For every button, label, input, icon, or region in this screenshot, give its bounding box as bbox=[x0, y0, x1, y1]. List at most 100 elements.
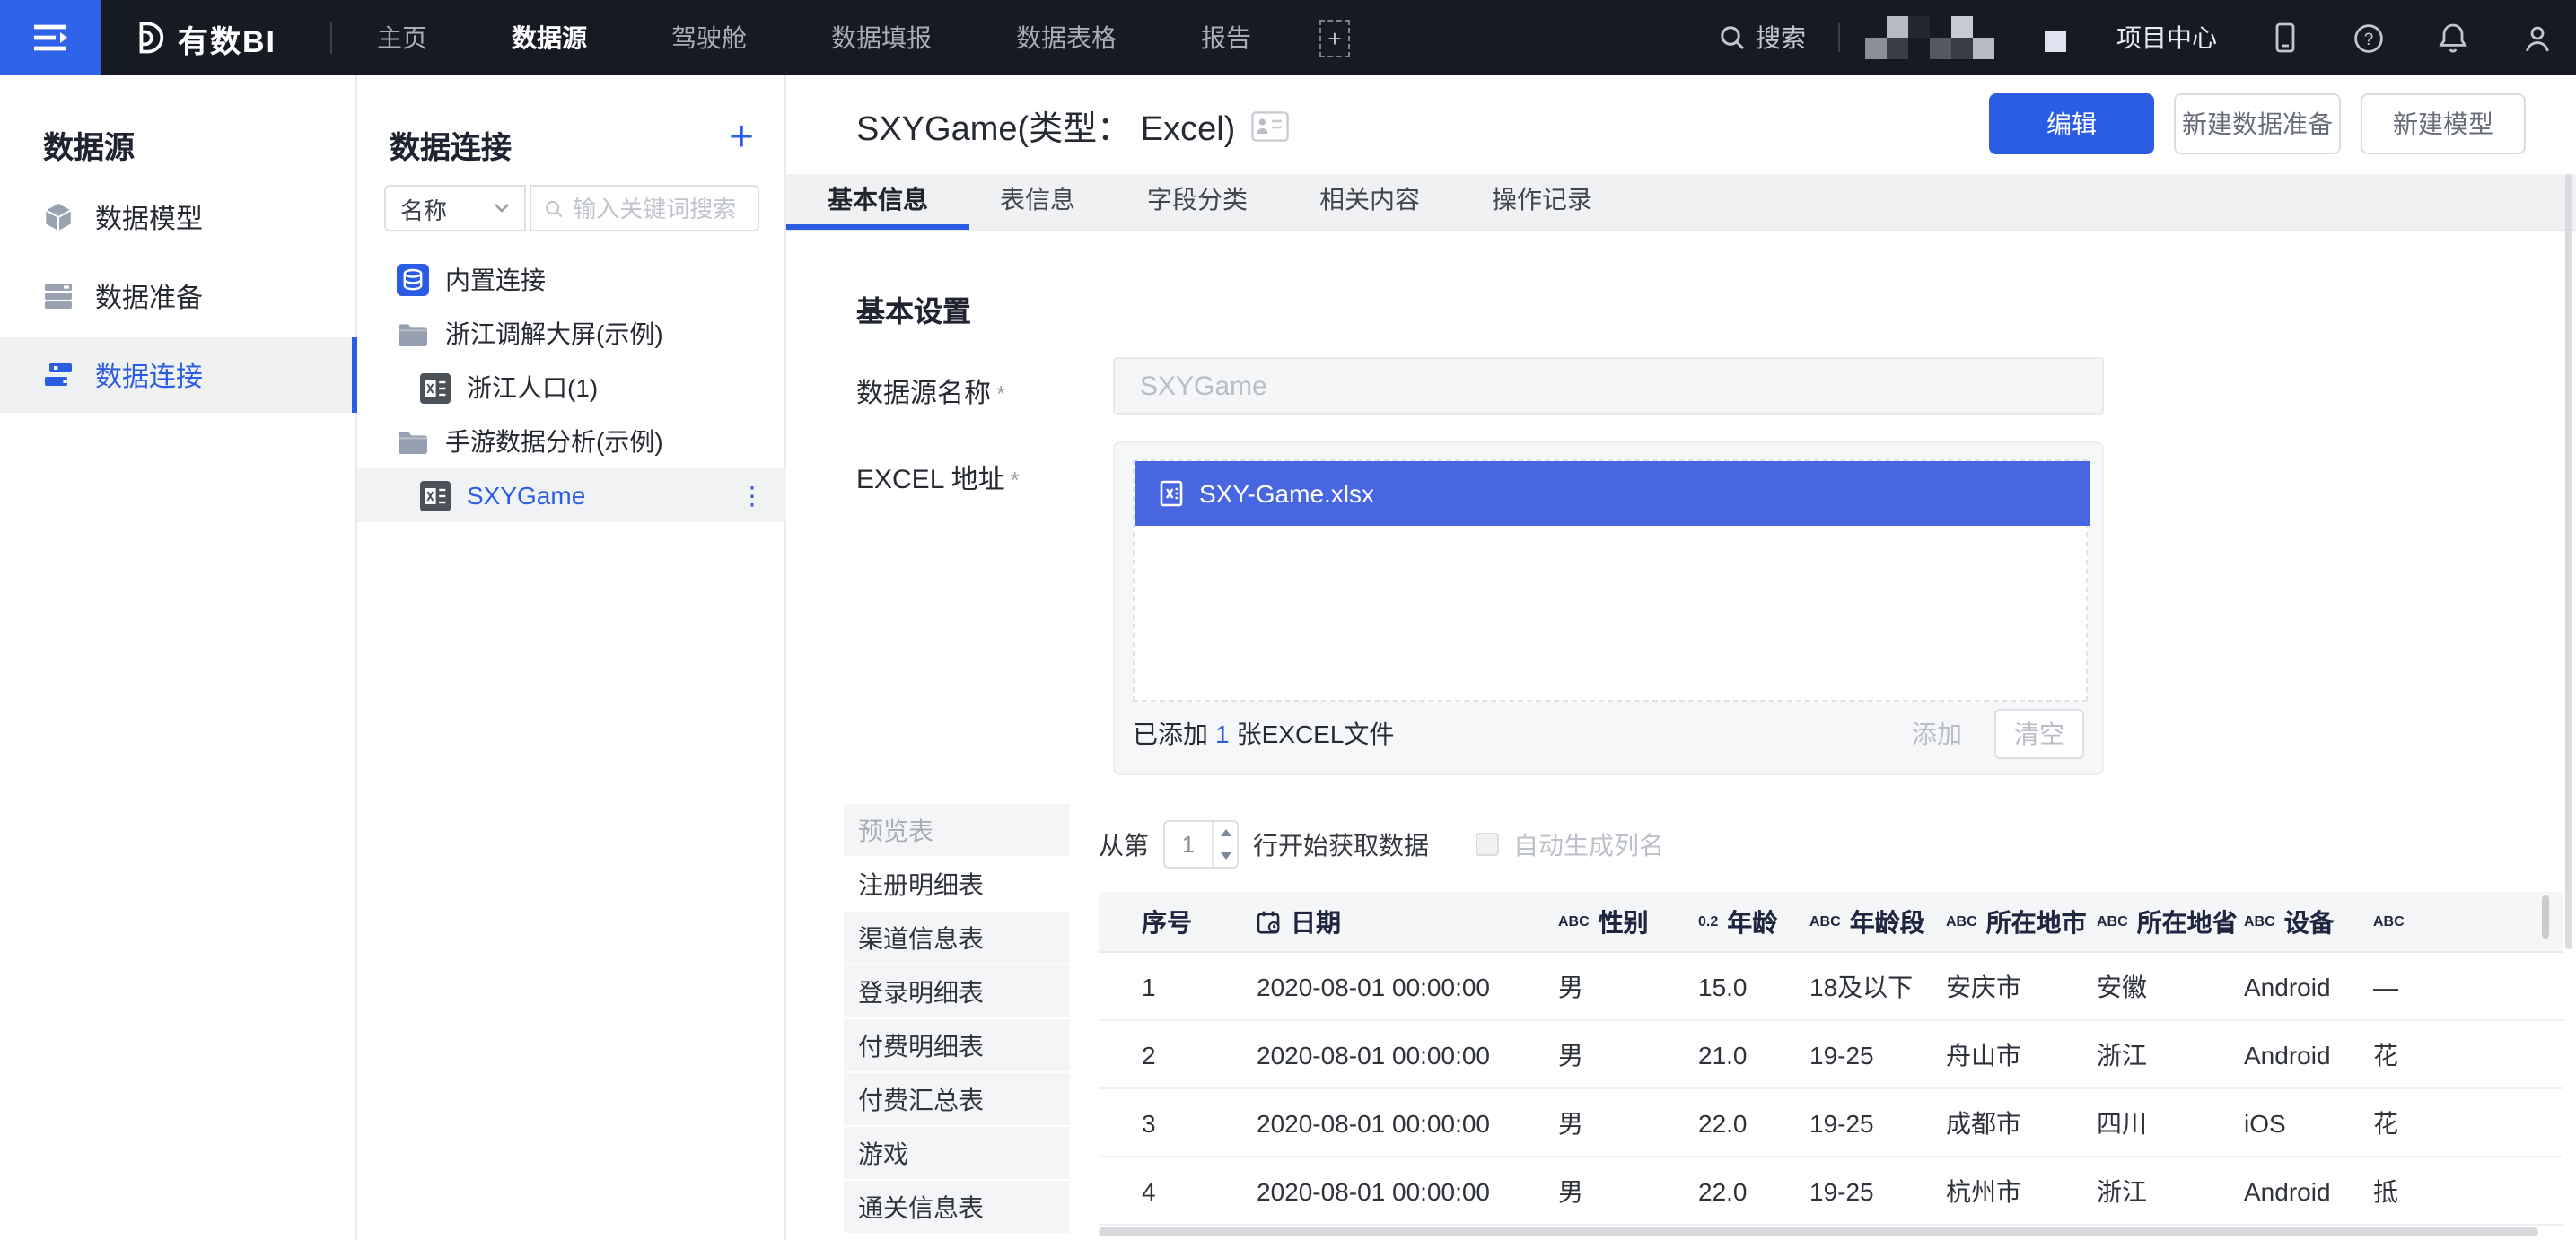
sidebar-item-2[interactable]: 数据连接 bbox=[0, 337, 357, 413]
detail-tabs: 基本信息 表信息 字段分类 相关内容 操作记录 bbox=[786, 174, 2576, 231]
tree-item-label: 浙江调解大屏(示例) bbox=[445, 316, 663, 352]
nav-right-cluster: 搜索 项目中心 ? bbox=[1718, 13, 2576, 63]
cell: 2020-08-01 00:00:00 bbox=[1257, 1040, 1558, 1069]
tree-item-label: 手游数据分析(示例) bbox=[445, 424, 663, 459]
mobile-icon bbox=[2271, 22, 2300, 54]
table-row-2: 32020-08-01 00:00:00男22.019-25成都市四川iOS花 bbox=[1099, 1089, 2563, 1157]
sheet-item-3[interactable]: 登录明细表 bbox=[844, 965, 1070, 1019]
row-start-value[interactable]: 1 bbox=[1165, 822, 1212, 867]
nav-vertical-divider bbox=[1838, 23, 1840, 52]
calendar-clock-icon bbox=[1257, 909, 1282, 934]
table-horizontal-scrollbar[interactable] bbox=[1099, 1227, 2538, 1236]
spinner-arrows bbox=[1212, 822, 1237, 867]
mobile-app-button[interactable] bbox=[2271, 22, 2300, 54]
table-vertical-scrollbar[interactable] bbox=[2542, 895, 2549, 939]
tree-item-0[interactable]: 内置连接 bbox=[357, 253, 786, 307]
nav-item-4[interactable]: 数据表格 bbox=[1016, 20, 1117, 56]
redacted-block bbox=[1951, 16, 1973, 38]
id-card-icon[interactable] bbox=[1251, 111, 1289, 142]
cell: 浙江 bbox=[2097, 1036, 2244, 1072]
edit-button[interactable]: 编辑 bbox=[1989, 93, 2154, 154]
notifications-button[interactable] bbox=[2438, 22, 2468, 54]
column-name: 所在地省 bbox=[2137, 904, 2238, 939]
column-header-7: ABC设备 bbox=[2244, 904, 2373, 939]
row-start-spinner: 1 bbox=[1163, 820, 1239, 869]
tab-2[interactable]: 字段分类 bbox=[1147, 174, 1248, 226]
sheet-item-5[interactable]: 付费汇总表 bbox=[844, 1073, 1070, 1127]
column-header-0: 序号 bbox=[1142, 904, 1257, 939]
sidebar-item-1[interactable]: 数据准备 bbox=[0, 258, 357, 334]
tree-search-box bbox=[530, 185, 759, 231]
project-center-link[interactable]: 项目中心 bbox=[2116, 20, 2217, 56]
clear-files-button[interactable]: 清空 bbox=[1994, 709, 2084, 759]
cell: 抵 bbox=[2373, 1173, 2563, 1209]
nav-item-5[interactable]: 报告 bbox=[1201, 20, 1251, 56]
nav-item-0[interactable]: 主页 bbox=[377, 20, 427, 56]
column-header-1: 日期 bbox=[1257, 904, 1558, 939]
tree-item-4[interactable]: SXYGame ⋮ bbox=[357, 468, 786, 522]
user-icon bbox=[2522, 22, 2553, 53]
nav-item-1[interactable]: 数据源 bbox=[512, 20, 587, 56]
type-badge: ABC bbox=[1809, 913, 1841, 930]
nav-item-2[interactable]: 驾驶舱 bbox=[671, 20, 747, 56]
column-header-8: ABC bbox=[2373, 913, 2563, 930]
tree-search-input[interactable] bbox=[573, 195, 745, 222]
redacted-block bbox=[2045, 31, 2066, 52]
user-account-button[interactable] bbox=[2522, 22, 2553, 53]
page-scrollbar[interactable] bbox=[2565, 174, 2572, 949]
nav-search-button[interactable]: 搜索 bbox=[1718, 20, 1806, 56]
sheet-item-4[interactable]: 付费明细表 bbox=[844, 1019, 1070, 1073]
sheet-item-7[interactable]: 通关信息表 bbox=[844, 1181, 1070, 1235]
stack-icon bbox=[43, 282, 74, 310]
app-logo[interactable]: 有数BI bbox=[126, 15, 276, 60]
sheet-item-6[interactable]: 游戏 bbox=[844, 1127, 1070, 1181]
tree-item-1[interactable]: 浙江调解大屏(示例) bbox=[357, 307, 786, 361]
redacted-block bbox=[1908, 16, 1930, 38]
cell: 舟山市 bbox=[1946, 1036, 2097, 1072]
add-connection-button[interactable]: + bbox=[720, 118, 763, 162]
app-logo-icon bbox=[126, 18, 165, 57]
tree-item-label: 浙江人口(1) bbox=[467, 370, 598, 406]
column-header-2: ABC性别 bbox=[1558, 904, 1698, 939]
spinner-down-button[interactable] bbox=[1214, 844, 1237, 867]
hamburger-menu-icon bbox=[29, 20, 72, 56]
new-tab-button[interactable]: + bbox=[1319, 19, 1350, 57]
help-icon: ? bbox=[2353, 22, 2384, 53]
search-icon bbox=[544, 196, 564, 220]
tree-item-label: SXYGame bbox=[467, 481, 585, 510]
type-badge: 0.2 bbox=[1698, 913, 1718, 930]
cell: 18及以下 bbox=[1809, 968, 1946, 1004]
excel-address-label: EXCEL 地址* bbox=[856, 459, 1020, 497]
tree-item-3[interactable]: 手游数据分析(示例) bbox=[357, 415, 786, 468]
new-data-prep-button[interactable]: 新建数据准备 bbox=[2174, 93, 2341, 154]
sheet-item-1[interactable]: 注册明细表 bbox=[844, 858, 1070, 912]
spinner-up-button[interactable] bbox=[1214, 822, 1237, 844]
connections-panel: 数据连接 + 名称 内置连接浙江调解大屏(示例)浙江人口(1)手游数据分析(示例… bbox=[357, 75, 786, 1240]
sheet-item-0[interactable]: 预览表 bbox=[844, 804, 1070, 858]
row-start-suffix: 行开始获取数据 bbox=[1253, 826, 1429, 862]
datasource-name-input[interactable] bbox=[1113, 357, 2104, 415]
filter-field-select[interactable]: 名称 bbox=[384, 185, 526, 231]
help-button[interactable]: ? bbox=[2353, 22, 2384, 53]
nav-divider bbox=[330, 22, 332, 54]
cell: 15.0 bbox=[1698, 972, 1809, 1000]
tab-4[interactable]: 操作记录 bbox=[1492, 174, 1592, 226]
cell: 19-25 bbox=[1809, 1176, 1946, 1205]
tree-item-2[interactable]: 浙江人口(1) bbox=[357, 361, 786, 415]
excel-file-item[interactable]: SXY-Game.xlsx bbox=[1135, 461, 2090, 526]
new-model-button[interactable]: 新建模型 bbox=[2361, 93, 2526, 154]
nav-item-3[interactable]: 数据填报 bbox=[831, 20, 932, 56]
more-actions-icon[interactable]: ⋮ bbox=[740, 480, 765, 511]
cell: Android bbox=[2244, 1040, 2373, 1069]
sidebar-item-0[interactable]: 数据模型 bbox=[0, 179, 357, 255]
hamburger-menu-button[interactable] bbox=[0, 0, 101, 75]
tab-3[interactable]: 相关内容 bbox=[1319, 174, 1420, 226]
add-file-button[interactable]: 添加 bbox=[1912, 716, 1962, 752]
column-name: 年龄段 bbox=[1850, 904, 1925, 939]
tab-0[interactable]: 基本信息 bbox=[828, 174, 928, 226]
sheet-item-2[interactable]: 渠道信息表 bbox=[844, 912, 1070, 965]
tab-1[interactable]: 表信息 bbox=[1000, 174, 1075, 226]
cell: 2 bbox=[1142, 1040, 1257, 1069]
cell: 安徽 bbox=[2097, 968, 2244, 1004]
auto-colname-checkbox[interactable] bbox=[1476, 833, 1499, 856]
